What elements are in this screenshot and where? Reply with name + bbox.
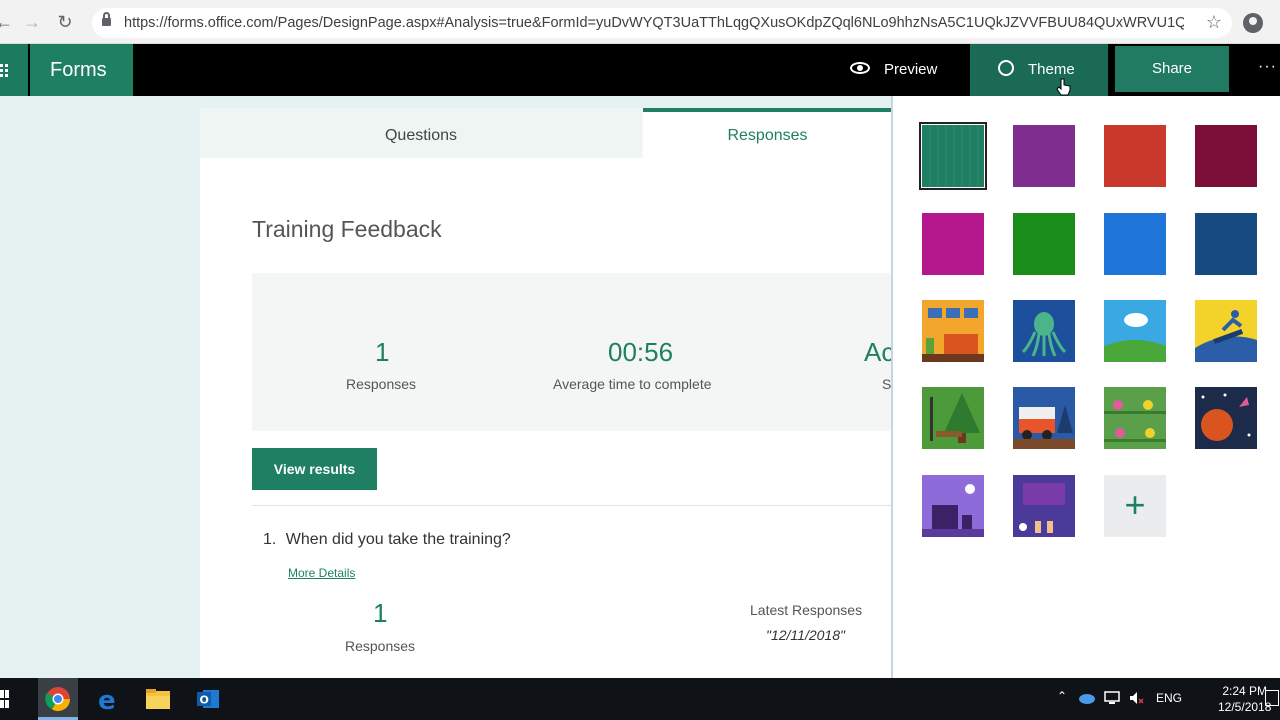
theme-button[interactable]: Theme xyxy=(970,44,1108,96)
stat-responses-label: Responses xyxy=(346,376,417,392)
question-number: 1. xyxy=(263,531,277,548)
system-clock[interactable]: 2:24 PM 12/5/2018 xyxy=(1218,683,1271,715)
onedrive-icon[interactable] xyxy=(1077,692,1095,704)
language-indicator[interactable]: ENG xyxy=(1156,691,1182,705)
theme-image-octopus[interactable] xyxy=(1013,300,1075,362)
theme-image-classroom[interactable] xyxy=(1013,475,1075,537)
stats-summary: 1 Responses 00:56 Average time to comple… xyxy=(252,273,892,431)
theme-swatch-navy[interactable] xyxy=(1195,213,1257,275)
latest-response-value: "12/11/2018" xyxy=(766,627,845,643)
volume-muted-icon[interactable] xyxy=(1128,690,1144,706)
chrome-icon[interactable] xyxy=(43,684,73,714)
file-explorer-icon[interactable] xyxy=(143,684,173,714)
svg-text:O: O xyxy=(200,694,209,707)
stat-avg-time-label: Average time to complete xyxy=(553,376,712,392)
bookmark-star-icon[interactable]: ☆ xyxy=(1206,12,1222,33)
stat-responses-value: 1 xyxy=(375,337,390,367)
svg-text:e: e xyxy=(98,686,116,714)
url-text: https://forms.office.com/Pages/DesignPag… xyxy=(124,15,1184,31)
theme-swatch-maroon[interactable] xyxy=(1195,125,1257,187)
clock-time: 2:24 PM xyxy=(1222,684,1268,698)
theme-swatch-lime-green[interactable] xyxy=(1013,213,1075,275)
tab-responses[interactable]: Responses xyxy=(643,108,892,158)
question-text: When did you take the training? xyxy=(285,531,511,548)
back-icon[interactable]: ← xyxy=(0,12,14,32)
theme-swatch-green[interactable] xyxy=(919,122,987,190)
tab-questions[interactable]: Questions xyxy=(200,108,642,158)
more-details-link[interactable]: More Details xyxy=(288,566,355,580)
question-responses-value: 1 xyxy=(373,598,388,628)
theme-image-snowboarder[interactable] xyxy=(1195,300,1257,362)
theme-image-space[interactable] xyxy=(1195,387,1257,449)
theme-swatch-blue[interactable] xyxy=(1104,213,1166,275)
stat-status-value: Ac xyxy=(864,337,892,367)
address-bar[interactable]: https://forms.office.com/Pages/DesignPag… xyxy=(92,8,1232,38)
action-center-icon[interactable] xyxy=(1265,690,1279,706)
lock-icon xyxy=(102,12,111,28)
app-title[interactable]: Forms xyxy=(30,44,133,96)
more-options-icon[interactable]: ··· xyxy=(1258,58,1277,76)
theme-image-camper-van[interactable] xyxy=(1013,387,1075,449)
form-title: Training Feedback xyxy=(252,216,442,242)
outlook-icon[interactable]: O xyxy=(193,684,223,714)
app-launcher-button[interactable] xyxy=(0,44,28,96)
tab-bar: Questions Responses xyxy=(200,108,892,158)
reload-icon[interactable]: ↻ xyxy=(55,12,75,32)
divider xyxy=(252,505,892,506)
theme-image-night-room[interactable] xyxy=(922,475,984,537)
tray-up-arrow-icon[interactable]: ⌃ xyxy=(1057,689,1067,703)
network-icon[interactable] xyxy=(1103,690,1121,706)
form-card: Questions Responses Training Feedback 1 … xyxy=(200,108,892,678)
add-custom-theme-button[interactable]: + xyxy=(1104,475,1166,537)
preview-label: Preview xyxy=(884,61,938,78)
browser-toolbar: ← → ↻ https://forms.office.com/Pages/Des… xyxy=(0,0,1280,44)
question-responses-label: Responses xyxy=(345,638,416,654)
theme-image-living-room[interactable] xyxy=(922,300,984,362)
view-results-button[interactable]: View results xyxy=(252,448,377,490)
edge-icon[interactable]: e xyxy=(92,684,122,714)
preview-button[interactable]: Preview xyxy=(850,44,937,96)
waffle-icon xyxy=(0,62,12,78)
theme-swatch-magenta[interactable] xyxy=(922,213,984,275)
clock-date: 12/5/2018 xyxy=(1218,700,1272,714)
theme-image-park[interactable] xyxy=(922,387,984,449)
theme-label: Theme xyxy=(1028,61,1075,78)
windows-start-icon[interactable] xyxy=(0,690,10,708)
eye-icon xyxy=(850,62,870,75)
latest-responses-title: Latest Responses xyxy=(750,602,863,618)
question-title: 1. When did you take the training? xyxy=(263,531,511,549)
share-button[interactable]: Share xyxy=(1115,46,1229,92)
theme-panel: + xyxy=(891,96,1280,678)
stat-status-label: S xyxy=(882,376,892,392)
palette-icon xyxy=(998,60,1014,77)
account-icon[interactable] xyxy=(1243,13,1263,33)
forward-icon[interactable]: → xyxy=(22,12,42,32)
theme-image-cloud-hill[interactable] xyxy=(1104,300,1166,362)
stat-avg-time-value: 00:56 xyxy=(608,337,674,367)
windows-taskbar: e O ⌃ ENG 2:24 PM 12/5/2018 xyxy=(0,678,1280,720)
theme-swatch-red[interactable] xyxy=(1104,125,1166,187)
theme-swatch-purple[interactable] xyxy=(1013,125,1075,187)
app-header: Forms Preview Theme Share ··· xyxy=(0,44,1280,96)
theme-image-science-lab[interactable] xyxy=(1104,387,1166,449)
